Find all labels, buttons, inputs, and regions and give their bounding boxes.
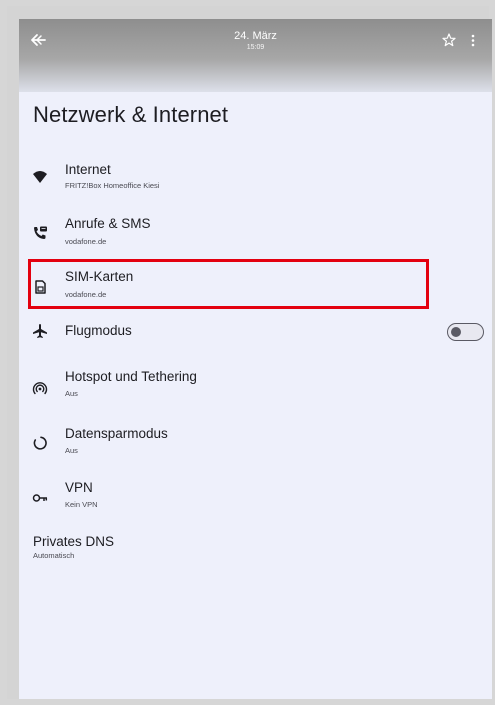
item-title: Hotspot und Tethering [65, 369, 197, 384]
settings-item-airplane-mode[interactable]: Flugmodus [19, 316, 492, 366]
calls-sms-icon [34, 226, 47, 239]
item-title: Privates DNS [33, 534, 115, 549]
time-subtitle: 15:09 [246, 44, 265, 51]
toggle-knob [451, 326, 461, 337]
item-subtitle: vodafone.de [65, 237, 107, 246]
vpn-key-icon [32, 494, 48, 502]
page-title: Netzwerk & Internet [33, 102, 229, 127]
item-subtitle: Automatisch [33, 551, 75, 560]
star-icon[interactable] [442, 33, 456, 47]
item-title: Datensparmodus [65, 426, 168, 441]
top-bar: 24. März 15:09 [19, 19, 492, 92]
item-title: Internet [65, 162, 111, 177]
hotspot-icon [32, 382, 48, 395]
item-title: Flugmodus [65, 323, 132, 338]
date-display: 24. März 15:09 [19, 30, 492, 53]
settings-item-vpn[interactable]: VPN Kein VPN [19, 475, 492, 525]
date-title: 24. März [234, 30, 277, 42]
settings-item-private-dns[interactable]: Privates DNS Automatisch [33, 534, 114, 560]
item-title: VPN [65, 480, 93, 495]
wifi-icon [33, 171, 47, 183]
device-frame: 24. März 15:09 Netzwerk & Internet Inter… [7, 6, 492, 699]
item-subtitle: FRITZ!Box Homeoffice Kiesi [65, 181, 160, 190]
settings-screen: 24. März 15:09 Netzwerk & Internet Inter… [19, 19, 492, 699]
highlight-box [28, 259, 429, 309]
settings-item-calls-sms[interactable]: Anrufe & SMS vodafone.de [19, 211, 492, 261]
item-subtitle: Aus [65, 446, 78, 455]
item-subtitle: Aus [65, 389, 78, 398]
more-vert-icon[interactable] [471, 34, 475, 47]
airplane-icon [33, 324, 47, 338]
settings-item-data-saver[interactable]: Datensparmodus Aus [19, 421, 492, 471]
item-subtitle: Kein VPN [65, 500, 98, 509]
item-title: Anrufe & SMS [65, 216, 151, 231]
settings-item-hotspot[interactable]: Hotspot und Tethering Aus [19, 364, 492, 414]
settings-item-internet[interactable]: Internet FRITZ!Box Homeoffice Kiesi [19, 156, 492, 206]
data-saver-icon [33, 436, 47, 450]
airplane-mode-toggle[interactable] [447, 323, 484, 341]
